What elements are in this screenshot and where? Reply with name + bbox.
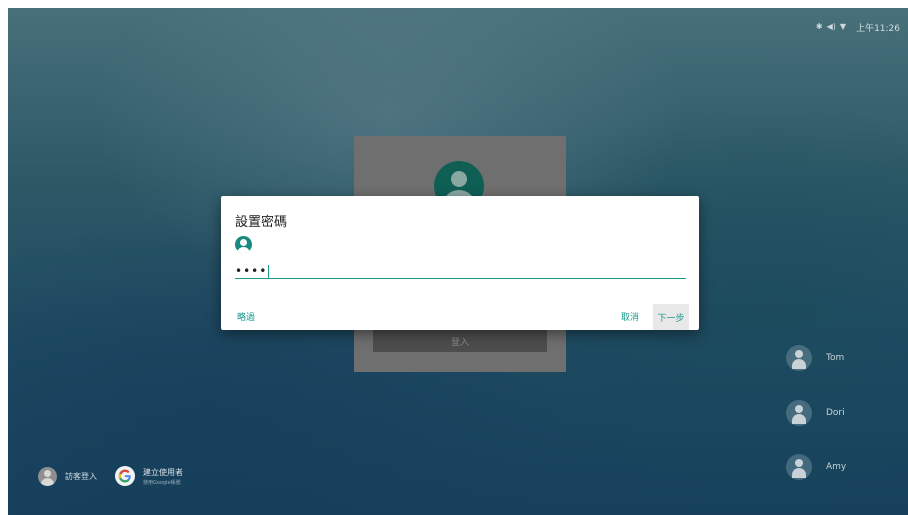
skip-button[interactable]: 略過 <box>233 309 259 323</box>
status-bar: ✱ ◀) ▼ 上午11:26 <box>816 20 900 34</box>
dialog-title: 設置密碼 <box>235 215 288 230</box>
bottom-actions: 訪客登入 建立使用者 使用Google帳號 <box>38 466 183 486</box>
set-password-dialog: 設置密碼 •••• 略過 取消 下一步 <box>221 196 699 330</box>
password-value: •••• <box>235 264 268 278</box>
next-button[interactable]: 下一步 <box>653 304 689 330</box>
user-name: Dori <box>826 408 845 418</box>
volume-icon: ◀) <box>826 22 836 31</box>
password-field[interactable]: •••• <box>235 261 686 279</box>
user-avatar-icon <box>786 400 812 426</box>
google-icon[interactable] <box>115 466 135 486</box>
sign-in-button[interactable]: 登入 <box>373 330 547 352</box>
user-item-amy[interactable]: Amy <box>786 454 846 480</box>
user-name: Amy <box>826 462 847 472</box>
bluetooth-icon: ✱ <box>815 22 823 31</box>
clock: 上午11:26 <box>856 23 900 34</box>
create-user-sublabel: 使用Google帳號 <box>143 479 181 486</box>
cancel-button[interactable]: 取消 <box>618 309 642 323</box>
user-avatar-icon <box>786 454 812 480</box>
user-name: Tom <box>826 353 845 363</box>
user-icon <box>235 236 252 253</box>
create-user-button[interactable]: 建立使用者 使用Google帳號 <box>143 467 183 486</box>
login-screen: ✱ ◀) ▼ 上午11:26 登入 設置密碼 •••• 略過 取消 下一步 To… <box>8 8 908 515</box>
guest-login-button[interactable]: 訪客登入 <box>65 471 97 482</box>
user-item-tom[interactable]: Tom <box>786 345 844 371</box>
text-caret <box>268 265 270 278</box>
guest-icon[interactable] <box>38 466 57 486</box>
user-item-dori[interactable]: Dori <box>786 400 845 426</box>
wifi-icon: ▼ <box>839 22 847 31</box>
create-user-label: 建立使用者 <box>143 467 183 477</box>
user-avatar-icon <box>786 345 812 371</box>
